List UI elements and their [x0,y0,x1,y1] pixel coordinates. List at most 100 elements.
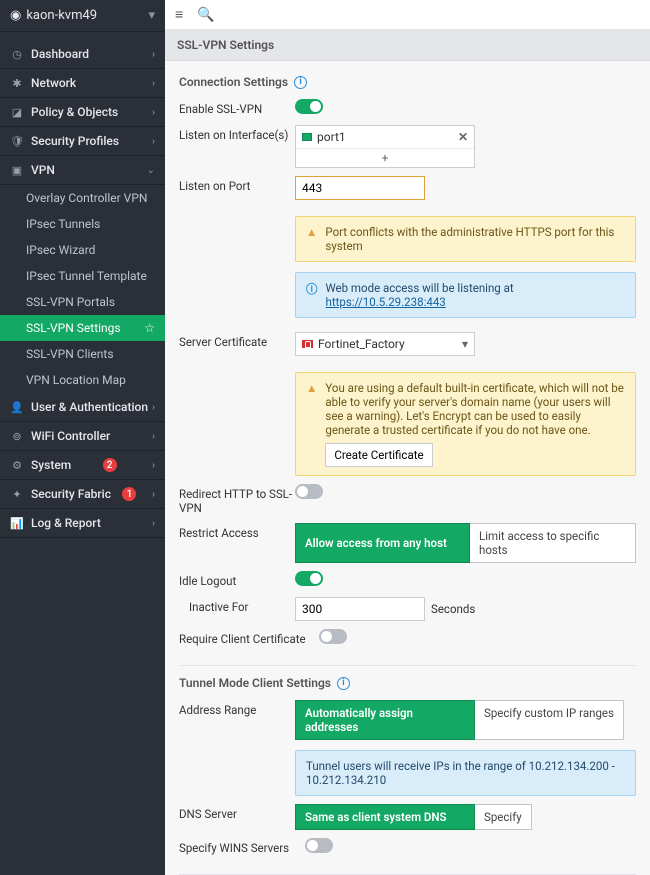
nav-dashboard[interactable]: ◷Dashboard› [0,40,165,69]
require-client-cert-label: Require Client Certificate [179,629,319,646]
main-content: ≡ 🔍 SSL-VPN Settings Connection Settings… [165,0,650,875]
connection-settings-header: Connection Settingsi [179,71,636,95]
nav-policy[interactable]: ◪Policy & Objects› [0,98,165,127]
vpn-icon: ▣ [10,164,24,177]
nav-vpn-overlay[interactable]: Overlay Controller VPN [0,185,165,211]
nav-user-auth[interactable]: 👤User & Authentication› [0,393,165,422]
dns-specify-option[interactable]: Specify [475,804,532,830]
star-icon: ☆ [144,321,155,335]
dns-server-label: DNS Server [179,804,295,821]
nav-wifi[interactable]: ⊚WiFi Controller› [0,422,165,451]
cert-icon [302,340,313,348]
chevron-right-icon: › [152,489,155,500]
system-badge: 2 [103,458,117,472]
inactive-for-input[interactable] [295,597,425,621]
nav-security-fabric[interactable]: ✦Security Fabric1› [0,480,165,509]
user-icon: 👤 [10,401,24,414]
webmode-url-link[interactable]: https://10.5.29.238:443 [326,295,446,309]
nav-network[interactable]: ✱Network› [0,69,165,98]
sidebar: ◉ kaon-kvm49 ▾ ◷Dashboard› ✱Network› ◪Po… [0,0,165,875]
gear-icon: ⚙ [10,459,24,472]
address-range-segment: Automatically assign addressesSpecify cu… [295,700,624,740]
wifi-icon: ⊚ [10,430,24,443]
chevron-right-icon: › [152,49,155,60]
addr-custom-option[interactable]: Specify custom IP ranges [475,700,624,740]
inactive-for-label: Inactive For [179,597,295,614]
server-cert-label: Server Certificate [179,332,295,349]
nav-vpn-ipsec-wizard[interactable]: IPsec Wizard [0,237,165,263]
webmode-alert: ⓘWeb mode access will be listening at ht… [295,272,636,318]
restrict-limit-option[interactable]: Limit access to specific hosts [470,523,636,563]
nav-vpn-sslvpn-settings[interactable]: SSL-VPN Settings☆ [0,315,165,341]
port-icon [302,133,312,141]
nav-security-profiles[interactable]: 🛡Security Profiles› [0,127,165,156]
wins-label: Specify WINS Servers [179,838,305,855]
log-icon: 📊 [10,517,24,530]
wins-toggle[interactable] [305,838,333,853]
chevron-right-icon: › [152,402,155,413]
listen-interface-select[interactable]: port1✕ + [295,125,475,168]
warning-icon: ▲ [306,381,317,395]
restrict-access-segment: Allow access from any hostLimit access t… [295,523,636,563]
nav-vpn-ipsec-template[interactable]: IPsec Tunnel Template [0,263,165,289]
hostname: kaon-kvm49 [26,8,97,23]
listen-port-input[interactable] [295,176,425,200]
redirect-http-toggle[interactable] [295,484,323,499]
require-client-cert-toggle[interactable] [319,629,347,644]
hostname-header[interactable]: ◉ kaon-kvm49 ▾ [0,0,165,32]
restrict-any-option[interactable]: Allow access from any host [295,523,470,563]
restrict-access-label: Restrict Access [179,523,295,540]
add-interface-button[interactable]: + [296,148,474,167]
dns-server-segment: Same as client system DNSSpecify [295,804,532,830]
nav-vpn[interactable]: ▣VPN⌄ [0,156,165,185]
nav-vpn-sslvpn-clients[interactable]: SSL-VPN Clients [0,341,165,367]
topbar: ≡ 🔍 [165,0,650,30]
create-certificate-button[interactable]: Create Certificate [325,443,432,467]
address-range-info: Tunnel users will receive IPs in the ran… [295,750,636,796]
chevron-down-icon: ▾ [148,8,155,23]
policy-icon: ◪ [10,106,24,119]
chevron-right-icon: › [152,136,155,147]
port-conflict-alert: ▲Port conflicts with the administrative … [295,216,636,262]
page-title: SSL-VPN Settings [165,30,650,61]
info-icon: ⓘ [306,281,318,297]
chevron-down-icon: ▾ [462,337,468,351]
fortinet-logo-icon: ◉ [10,8,21,23]
redirect-http-label: Redirect HTTP to SSL-VPN [179,484,295,515]
network-icon: ✱ [10,77,24,90]
server-cert-select[interactable]: Fortinet_Factory▾ [295,332,475,356]
listen-interface-label: Listen on Interface(s) [179,125,295,142]
nav-vpn-ipsec-tunnels[interactable]: IPsec Tunnels [0,211,165,237]
idle-logout-toggle[interactable] [295,571,323,586]
cert-warning-alert: ▲You are using a default built-in certif… [295,372,636,476]
address-range-label: Address Range [179,700,295,717]
fabric-badge: 1 [122,487,136,501]
enable-sslvpn-label: Enable SSL-VPN [179,99,295,116]
info-icon[interactable]: i [337,677,350,690]
listen-port-label: Listen on Port [179,176,295,193]
idle-logout-label: Idle Logout [179,571,295,588]
chevron-right-icon: › [152,107,155,118]
gauge-icon: ◷ [10,48,24,61]
nav-vpn-sslvpn-portals[interactable]: SSL-VPN Portals [0,289,165,315]
chevron-right-icon: › [152,78,155,89]
inactive-unit: Seconds [431,602,475,616]
nav-log[interactable]: 📊Log & Report› [0,509,165,538]
enable-sslvpn-toggle[interactable] [295,99,323,114]
chevron-right-icon: › [152,460,155,471]
chevron-right-icon: › [152,518,155,529]
remove-icon[interactable]: ✕ [458,130,468,144]
info-icon[interactable]: i [294,76,307,89]
shield-icon: 🛡 [10,135,24,148]
menu-icon[interactable]: ≡ [175,6,183,23]
warning-icon: ▲ [306,225,317,239]
dns-same-option[interactable]: Same as client system DNS [295,804,475,830]
nav-vpn-location-map[interactable]: VPN Location Map [0,367,165,393]
search-icon[interactable]: 🔍 [197,7,214,23]
fabric-icon: ✦ [10,488,24,501]
nav-system[interactable]: ⚙System2› [0,451,165,480]
addr-auto-option[interactable]: Automatically assign addresses [295,700,475,740]
tunnel-settings-header: Tunnel Mode Client Settingsi [179,665,636,696]
chevron-right-icon: › [152,431,155,442]
chevron-down-icon: ⌄ [147,165,155,176]
